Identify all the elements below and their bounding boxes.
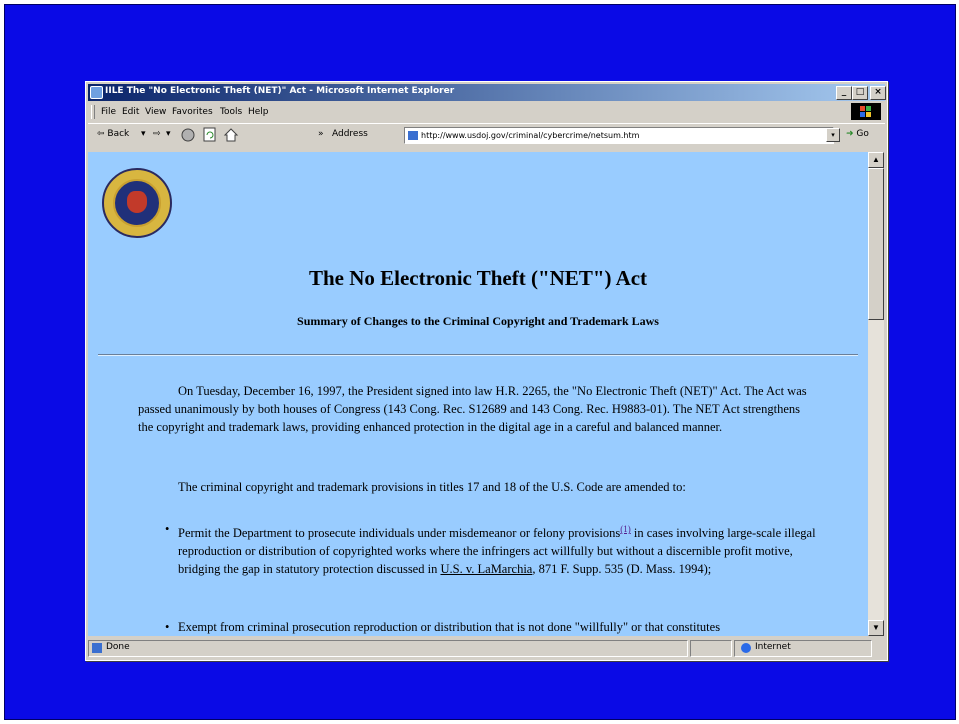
- go-button[interactable]: ➜ Go: [846, 129, 869, 139]
- eagle-icon: [127, 191, 147, 213]
- go-arrow-icon: ➜: [846, 129, 854, 139]
- maximize-button[interactable]: □: [852, 86, 868, 100]
- address-value: http://www.usdoj.gov/criminal/cybercrime…: [421, 131, 640, 140]
- refresh-icon[interactable]: [202, 127, 218, 143]
- forward-button[interactable]: ⇨: [153, 129, 161, 139]
- doj-seal-logo: [102, 168, 172, 238]
- status-segment: [690, 640, 732, 657]
- menu-file[interactable]: File: [101, 107, 116, 117]
- globe-icon: [741, 643, 751, 653]
- back-dropdown[interactable]: ▾: [141, 129, 146, 139]
- intro-text: On Tuesday, December 16, 1997, the Presi…: [138, 384, 807, 434]
- menu-favorites[interactable]: Favorites: [172, 107, 213, 117]
- menu-help[interactable]: Help: [248, 107, 269, 117]
- status-main: Done: [88, 640, 688, 657]
- browser-window: IILE The "No Electronic Theft (NET)" Act…: [85, 81, 888, 661]
- address-input[interactable]: http://www.usdoj.gov/criminal/cybercrime…: [404, 127, 834, 144]
- go-label: Go: [856, 129, 869, 139]
- case-link[interactable]: U.S. v. LaMarchia: [440, 562, 532, 576]
- toolbar: ⇦ Back ▾ ⇨ ▾ » Address http://www.usdoj.…: [88, 123, 885, 146]
- close-button[interactable]: ×: [870, 86, 886, 100]
- ie-icon: [90, 86, 103, 99]
- scroll-down-button[interactable]: ▼: [868, 620, 884, 636]
- bullet1-text-c: , 871 F. Supp. 535 (D. Mass. 1994);: [532, 562, 712, 577]
- amend-text: The criminal copyright and trademark pro…: [178, 480, 686, 494]
- scroll-thumb[interactable]: [868, 168, 884, 320]
- vertical-scrollbar[interactable]: ▲ ▼: [868, 152, 884, 636]
- bullet-icon: •: [165, 620, 170, 634]
- windows-logo-icon: [851, 103, 881, 120]
- zone-text: Internet: [755, 642, 791, 652]
- page-title: The No Electronic Theft ("NET") Act: [308, 266, 648, 290]
- menu-tools[interactable]: Tools: [220, 107, 242, 117]
- forward-dropdown[interactable]: ▾: [166, 129, 171, 139]
- page-done-icon: [92, 643, 102, 653]
- list-item: • Permit the Department to prosecute ind…: [165, 520, 818, 578]
- horizontal-rule: [98, 354, 858, 356]
- minimize-button[interactable]: _: [836, 86, 852, 100]
- page-subtitle: Summary of Changes to the Criminal Copyr…: [297, 314, 659, 328]
- status-zone: Internet: [734, 640, 872, 657]
- home-icon[interactable]: [223, 127, 239, 143]
- status-text: Done: [106, 642, 130, 652]
- window-title: IILE The "No Electronic Theft (NET)" Act…: [105, 86, 455, 96]
- back-button[interactable]: ⇦ Back: [97, 129, 129, 139]
- bullet2-text: Exempt from criminal prosecution reprodu…: [178, 620, 721, 634]
- page-icon: [408, 131, 418, 140]
- address-label: Address: [332, 129, 368, 139]
- status-bar: Done Internet: [88, 639, 885, 657]
- menu-grip: [91, 105, 95, 119]
- menu-view[interactable]: View: [145, 107, 166, 117]
- toolbar-chevron-icon[interactable]: »: [318, 129, 324, 139]
- menu-bar: File Edit View Favorites Tools Help: [88, 103, 885, 121]
- page-content[interactable]: The No Electronic Theft ("NET") Act Summ…: [88, 152, 868, 636]
- title-bar: IILE The "No Electronic Theft (NET)" Act…: [88, 84, 886, 101]
- intro-paragraph: On Tuesday, December 16, 1997, the Presi…: [138, 382, 818, 436]
- address-dropdown[interactable]: ▾: [826, 128, 840, 142]
- stop-icon[interactable]: [180, 127, 196, 143]
- menu-edit[interactable]: Edit: [122, 107, 139, 117]
- seal-center: [113, 179, 161, 227]
- list-item: • Exempt from criminal prosecution repro…: [165, 618, 818, 636]
- bullet-icon: •: [165, 522, 170, 536]
- footnote-link[interactable]: (1): [620, 524, 631, 534]
- amend-paragraph: The criminal copyright and trademark pro…: [138, 478, 818, 496]
- scroll-up-button[interactable]: ▲: [868, 152, 884, 168]
- bullet1-text-a: Permit the Department to prosecute indiv…: [178, 526, 621, 541]
- slide-background: IILE The "No Electronic Theft (NET)" Act…: [4, 4, 956, 720]
